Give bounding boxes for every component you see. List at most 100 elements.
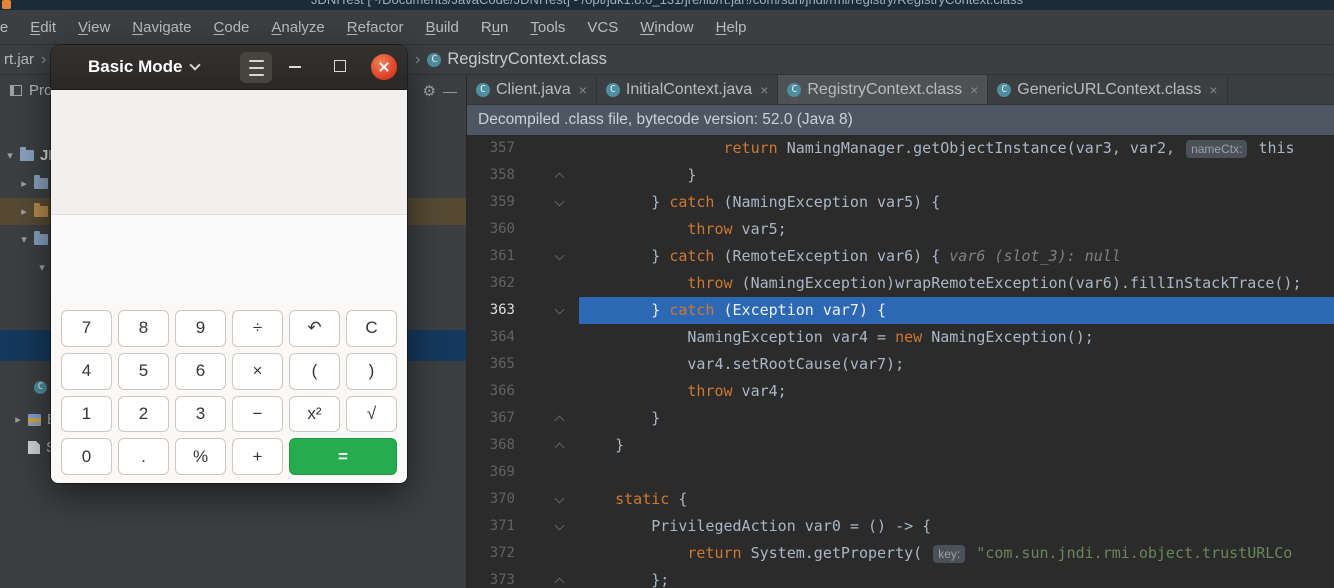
line-number[interactable]: 373 (467, 567, 515, 588)
gutter-fold[interactable] (515, 405, 579, 432)
calc-button-add[interactable]: + (232, 438, 283, 475)
gutter-fold[interactable] (515, 297, 579, 324)
code-line[interactable]: 370 static { (467, 486, 1334, 513)
calc-button-square-root[interactable]: √ (346, 395, 397, 433)
tab-registrycontext-class[interactable]: C RegistryContext.class × (778, 75, 989, 104)
tab-initialcontext-java[interactable]: C InitialContext.java × (597, 75, 779, 104)
line-number[interactable]: 360 (467, 216, 515, 243)
calc-button-equals[interactable]: = (289, 438, 397, 475)
line-number[interactable]: 362 (467, 270, 515, 297)
calc-button-subtract[interactable]: − (232, 395, 283, 433)
line-number[interactable]: 371 (467, 513, 515, 540)
calc-button-digit-7[interactable]: 7 (61, 310, 112, 347)
code-line[interactable]: 361 } catch (RemoteException var6) { var… (467, 243, 1334, 270)
code-line[interactable]: 371 PrivilegedAction var0 = () -> { (467, 513, 1334, 540)
menu-item-edit[interactable]: Edit (19, 19, 67, 36)
hide-panel-icon[interactable]: — (443, 83, 457, 99)
calculator-entry[interactable] (51, 214, 407, 300)
menu-item-file[interactable]: File (0, 19, 19, 36)
calc-button-digit-4[interactable]: 4 (61, 352, 112, 390)
menu-item-tools[interactable]: Tools (519, 19, 576, 36)
calc-button-digit-0[interactable]: 0 (61, 438, 112, 475)
tree-expand-icon[interactable]: ▸ (12, 413, 24, 426)
tab-close-icon[interactable]: × (760, 82, 768, 98)
breadcrumb-rt-jar[interactable]: rt.jar (4, 51, 34, 68)
minimize-button[interactable] (289, 66, 301, 68)
menu-item-navigate[interactable]: Navigate (121, 19, 202, 36)
menu-item-analyze[interactable]: Analyze (260, 19, 335, 36)
fold-down-icon[interactable] (554, 493, 565, 504)
tab-genericurlcontext-class[interactable]: C GenericURLContext.class × (988, 75, 1228, 104)
fold-up-icon[interactable] (554, 577, 565, 588)
tree-collapse-icon[interactable]: ▾ (18, 233, 30, 246)
close-button[interactable] (371, 54, 397, 80)
line-number[interactable]: 357 (467, 135, 515, 162)
gear-icon[interactable]: ⚙ (423, 82, 436, 100)
calculator-mode-dropdown[interactable]: Basic Mode (88, 57, 202, 77)
calc-button-digit-6[interactable]: 6 (175, 352, 226, 390)
calc-button-digit-1[interactable]: 1 (61, 395, 112, 433)
line-number[interactable]: 372 (467, 540, 515, 567)
calc-button-square[interactable]: x² (289, 395, 340, 433)
calc-button-digit-2[interactable]: 2 (118, 395, 169, 433)
menu-item-refactor[interactable]: Refactor (336, 19, 415, 36)
breadcrumb-current[interactable]: › C RegistryContext.class (408, 45, 607, 74)
menu-item-view[interactable]: View (67, 19, 121, 36)
tree-collapse-icon[interactable]: ▾ (4, 149, 16, 162)
calc-button-undo[interactable]: ↶ (289, 310, 340, 347)
calc-button-digit-8[interactable]: 8 (118, 310, 169, 347)
fold-up-icon[interactable] (554, 415, 565, 426)
line-number[interactable]: 368 (467, 432, 515, 459)
menu-item-code[interactable]: Code (203, 19, 261, 36)
tree-collapse-icon[interactable]: ▾ (36, 261, 48, 274)
tree-expand-icon[interactable]: ▸ (18, 177, 30, 190)
code-line[interactable]: 359 } catch (NamingException var5) { (467, 189, 1334, 216)
fold-down-icon[interactable] (554, 196, 565, 207)
code-line[interactable]: 362 throw (NamingException)wrapRemoteExc… (467, 270, 1334, 297)
hamburger-menu-icon[interactable] (240, 52, 272, 83)
menu-item-help[interactable]: Help (705, 19, 758, 36)
code-line[interactable]: 367 } (467, 405, 1334, 432)
line-number[interactable]: 365 (467, 351, 515, 378)
code-line[interactable]: 364 NamingException var4 = new NamingExc… (467, 324, 1334, 351)
calc-button-clear[interactable]: C (346, 310, 397, 347)
line-number[interactable]: 358 (467, 162, 515, 189)
line-number[interactable]: 364 (467, 324, 515, 351)
line-number[interactable]: 370 (467, 486, 515, 513)
code-line[interactable]: 372 return System.getProperty( key: "com… (467, 540, 1334, 567)
gutter-fold[interactable] (515, 486, 579, 513)
calc-button-percent[interactable]: % (175, 438, 226, 475)
fold-down-icon[interactable] (554, 250, 565, 261)
fold-up-icon[interactable] (554, 442, 565, 453)
code-line[interactable]: 373 }; (467, 567, 1334, 588)
fold-down-icon[interactable] (554, 520, 565, 531)
tab-client-java[interactable]: C Client.java × (467, 75, 597, 104)
calc-button-decimal[interactable]: . (118, 438, 169, 475)
code-line[interactable]: 357 return NamingManager.getObjectInstan… (467, 135, 1334, 162)
calc-button-divide[interactable]: ÷ (232, 310, 283, 347)
calc-button-digit-5[interactable]: 5 (118, 352, 169, 390)
calc-button-multiply[interactable]: × (232, 352, 283, 390)
code-line[interactable]: 363 } catch (Exception var7) { (467, 297, 1334, 324)
code-line[interactable]: 360 throw var5; (467, 216, 1334, 243)
tab-close-icon[interactable]: × (579, 82, 587, 98)
calc-button-digit-3[interactable]: 3 (175, 395, 226, 433)
tab-close-icon[interactable]: × (970, 82, 978, 98)
line-number[interactable]: 363 (467, 297, 515, 324)
gutter-fold[interactable] (515, 189, 579, 216)
code-line[interactable]: 369 (467, 459, 1334, 486)
line-number[interactable]: 367 (467, 405, 515, 432)
line-number[interactable]: 366 (467, 378, 515, 405)
menu-item-vcs[interactable]: VCS (576, 19, 629, 36)
fold-down-icon[interactable] (554, 304, 565, 315)
tree-expand-icon[interactable]: ▸ (18, 205, 30, 218)
menu-item-run[interactable]: Run (470, 19, 520, 36)
code-editor[interactable]: 357 return NamingManager.getObjectInstan… (467, 135, 1334, 588)
line-number[interactable]: 369 (467, 459, 515, 486)
calc-button-digit-9[interactable]: 9 (175, 310, 226, 347)
gutter-fold[interactable] (515, 162, 579, 189)
calc-button-open-paren[interactable]: ( (289, 352, 340, 390)
menu-item-window[interactable]: Window (629, 19, 704, 36)
code-line[interactable]: 365 var4.setRootCause(var7); (467, 351, 1334, 378)
menu-item-build[interactable]: Build (414, 19, 469, 36)
